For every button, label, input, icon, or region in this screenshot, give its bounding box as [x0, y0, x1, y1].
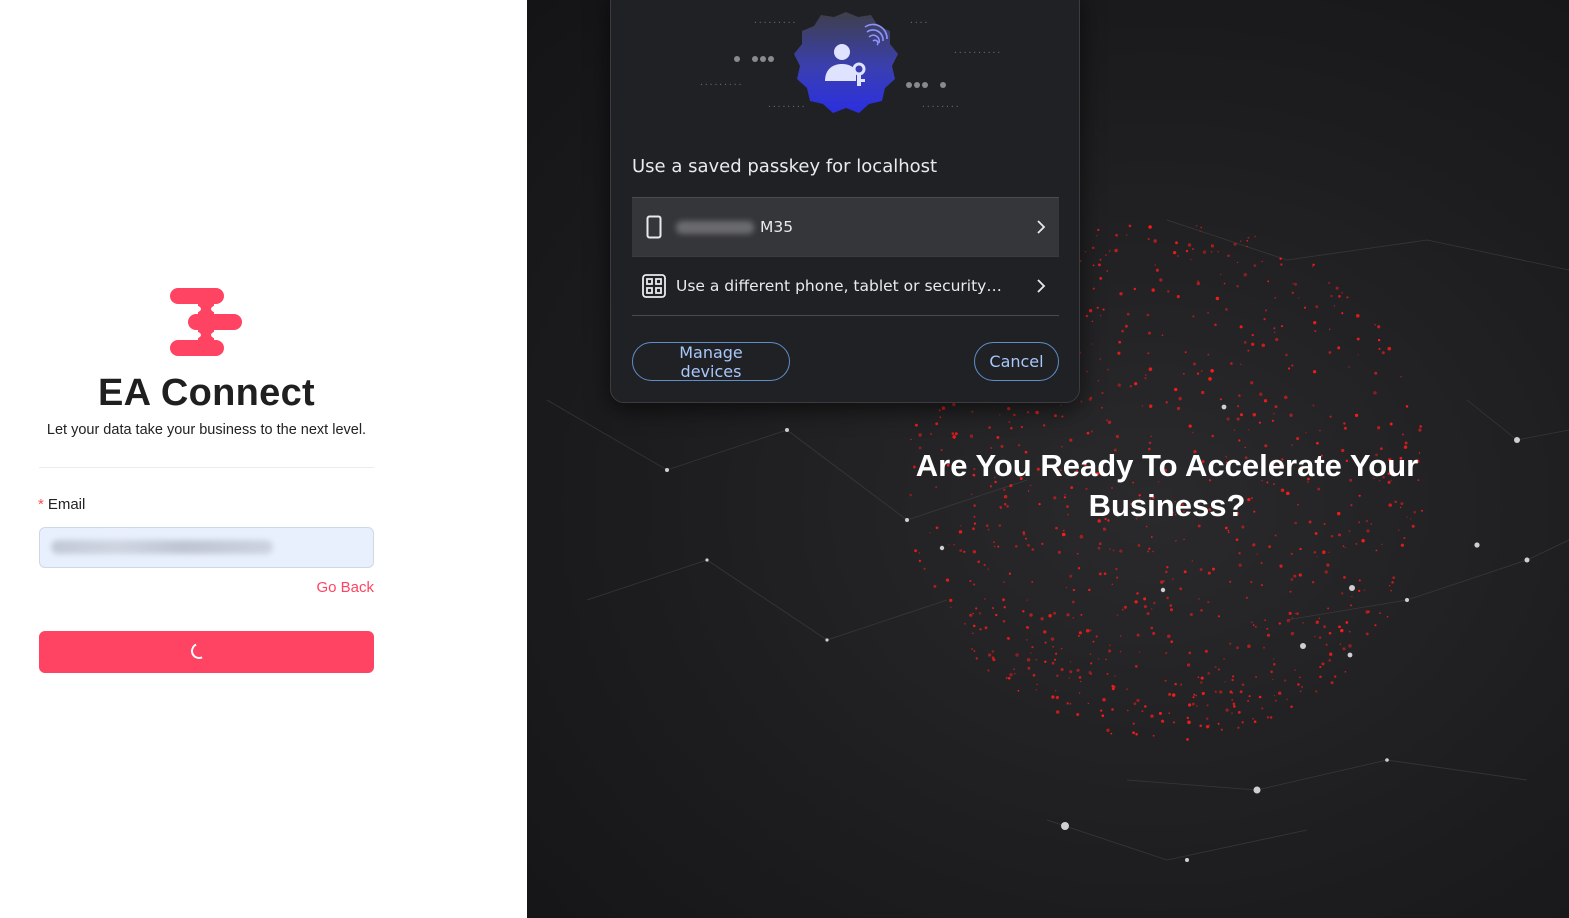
passkey-dialog: ......... ......... ........ .... ......…	[610, 0, 1080, 403]
other-device-label: Use a different phone, tablet or securit…	[676, 277, 1002, 295]
go-back-link[interactable]: Go Back	[316, 579, 374, 596]
divider	[39, 467, 374, 468]
cancel-button[interactable]: Cancel	[974, 342, 1059, 381]
qr-code-icon	[642, 274, 666, 298]
required-mark: *	[38, 496, 44, 513]
email-redacted-value	[51, 540, 273, 554]
passkey-illustration: ......... ......... ........ .... ......…	[699, 12, 1001, 113]
page: EA Connect Let your data take your busin…	[0, 0, 1569, 918]
brand-tagline: Let your data take your business to the …	[46, 422, 367, 438]
email-label-text: Email	[47, 496, 86, 513]
svg-text:.........: .........	[753, 16, 796, 25]
ea-connect-logo	[170, 288, 242, 356]
passkey-option-other-device[interactable]: Use a different phone, tablet or securit…	[632, 257, 1059, 316]
svg-text:.........: .........	[699, 78, 742, 87]
svg-text:....: ....	[909, 16, 928, 25]
passkey-option-phone[interactable]: M35	[632, 197, 1059, 256]
phone-icon	[646, 215, 662, 239]
svg-text:..........: ..........	[953, 46, 1001, 55]
svg-text:........: ........	[921, 100, 960, 109]
manage-devices-button[interactable]: Manage devices	[632, 342, 790, 381]
chevron-right-icon	[1037, 279, 1046, 293]
chevron-right-icon	[1037, 220, 1046, 234]
hero-headline: Are You Ready To Accelerate Your Busines…	[915, 448, 1419, 523]
dialog-title: Use a saved passkey for localhost	[632, 156, 938, 177]
login-panel: EA Connect Let your data take your busin…	[0, 0, 527, 918]
brand-title: EA Connect	[98, 372, 315, 414]
device-name: M35	[760, 218, 794, 236]
email-label: * Email	[38, 496, 85, 513]
redacted-device-name	[676, 221, 754, 234]
svg-text:........: ........	[767, 100, 806, 109]
